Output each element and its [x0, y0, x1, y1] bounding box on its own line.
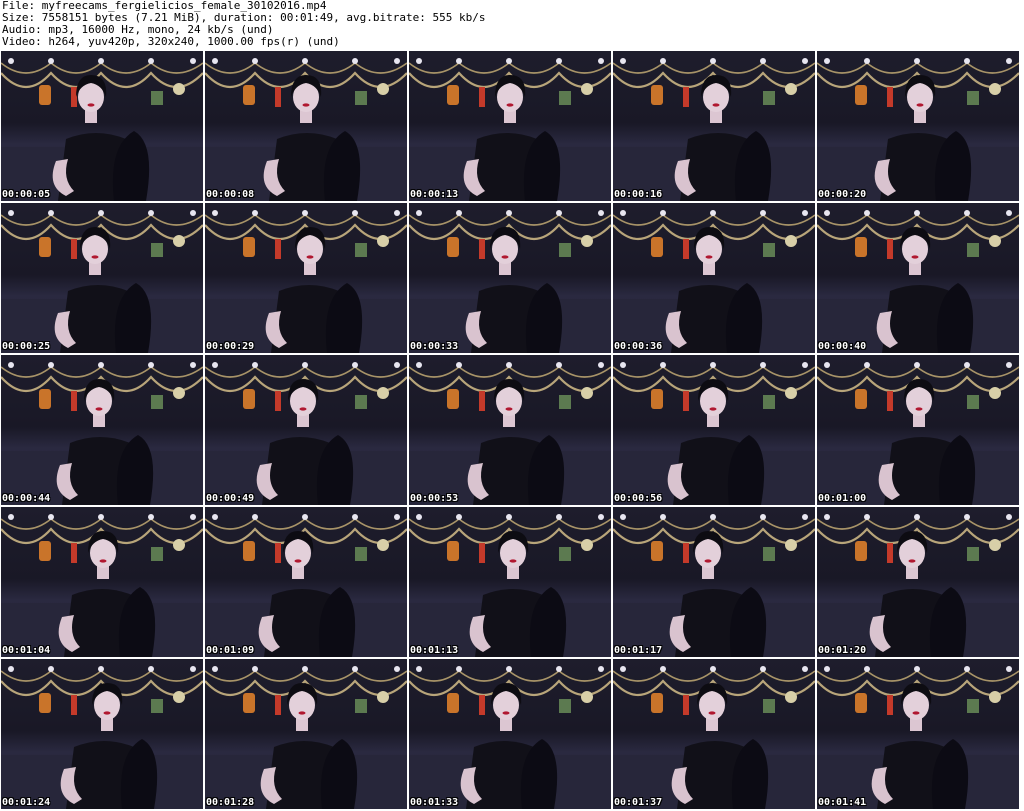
- file-name-line: File: myfreecams_fergielicios_female_301…: [2, 0, 327, 12]
- thumbnail-timestamp: 00:00:56: [614, 493, 663, 504]
- video-thumbnail: 00:00:16: [613, 51, 815, 201]
- video-thumbnail: 00:00:20: [817, 51, 1019, 201]
- video-thumbnail: 00:01:33: [409, 659, 611, 809]
- file-size-line: Size: 7558151 bytes (7.21 MiB), duration…: [2, 12, 486, 24]
- video-frame-image: [409, 666, 611, 809]
- thumbnail-timestamp: 00:01:09: [206, 645, 255, 656]
- thumbnail-timestamp: 00:01:00: [818, 493, 867, 504]
- video-thumbnail: 00:00:36: [613, 203, 815, 353]
- thumbnail-timestamp: 00:00:36: [614, 341, 663, 352]
- video-info-line: Video: h264, yuv420p, 320x240, 1000.00 f…: [2, 36, 340, 48]
- thumbnail-timestamp: 00:00:33: [410, 341, 459, 352]
- thumbnail-timestamp: 00:00:40: [818, 341, 867, 352]
- video-thumbnail: 00:01:37: [613, 659, 815, 809]
- video-frame-image: [409, 514, 611, 657]
- video-thumbnail: 00:00:08: [205, 51, 407, 201]
- video-frame-image: [817, 666, 1019, 809]
- video-frame-image: [409, 58, 611, 201]
- video-thumbnail: 00:00:13: [409, 51, 611, 201]
- video-frame-image: [1, 362, 203, 505]
- video-thumbnail: 00:00:33: [409, 203, 611, 353]
- video-frame-image: [613, 666, 815, 809]
- thumbnail-timestamp: 00:00:25: [2, 341, 51, 352]
- video-thumbnail: 00:01:04: [1, 507, 203, 657]
- video-thumbnail: 00:01:28: [205, 659, 407, 809]
- thumbnail-timestamp: 00:00:05: [2, 189, 51, 200]
- video-frame-image: [817, 210, 1019, 353]
- video-frame-image: [817, 514, 1019, 657]
- thumbnail-timestamp: 00:01:37: [614, 797, 663, 808]
- thumbnail-timestamp: 00:00:20: [818, 189, 867, 200]
- video-thumbnail: 00:01:13: [409, 507, 611, 657]
- thumbnail-timestamp: 00:01:24: [2, 797, 51, 808]
- thumbnail-timestamp: 00:01:41: [818, 797, 867, 808]
- thumbnail-timestamp: 00:00:08: [206, 189, 255, 200]
- thumbnail-timestamp: 00:01:04: [2, 645, 51, 656]
- video-thumbnail: 00:00:56: [613, 355, 815, 505]
- video-thumbnail: 00:01:00: [817, 355, 1019, 505]
- thumbnail-timestamp: 00:00:44: [2, 493, 51, 504]
- video-thumbnail: 00:01:09: [205, 507, 407, 657]
- video-frame-image: [1, 58, 203, 201]
- video-thumbnail: 00:00:25: [1, 203, 203, 353]
- video-thumbnail: 00:00:05: [1, 51, 203, 201]
- thumbnail-timestamp: 00:01:17: [614, 645, 663, 656]
- thumbnail-timestamp: 00:01:28: [206, 797, 255, 808]
- video-thumbnail: 00:00:49: [205, 355, 407, 505]
- video-frame-image: [613, 514, 815, 657]
- video-frame-image: [205, 666, 407, 809]
- thumbnail-timestamp: 00:00:53: [410, 493, 459, 504]
- video-frame-image: [409, 362, 611, 505]
- video-frame-image: [205, 514, 407, 657]
- thumbnail-timestamp: 00:00:29: [206, 341, 255, 352]
- video-frame-image: [817, 58, 1019, 201]
- video-thumbnail: 00:00:44: [1, 355, 203, 505]
- video-thumbnail: 00:00:53: [409, 355, 611, 505]
- video-frame-image: [1, 514, 203, 657]
- thumbnail-timestamp: 00:00:16: [614, 189, 663, 200]
- video-thumbnail: 00:01:17: [613, 507, 815, 657]
- thumbnail-timestamp: 00:00:13: [410, 189, 459, 200]
- video-frame-image: [613, 58, 815, 201]
- video-thumbnail: 00:00:29: [205, 203, 407, 353]
- video-frame-image: [1, 210, 203, 353]
- video-thumbnail: 00:01:20: [817, 507, 1019, 657]
- thumbnail-timestamp: 00:01:20: [818, 645, 867, 656]
- file-info-header: File: myfreecams_fergielicios_female_301…: [2, 0, 1022, 50]
- thumbnail-timestamp: 00:00:49: [206, 493, 255, 504]
- audio-info-line: Audio: mp3, 16000 Hz, mono, 24 kb/s (und…: [2, 24, 274, 36]
- video-thumbnail: 00:01:24: [1, 659, 203, 809]
- thumbnail-timestamp: 00:01:33: [410, 797, 459, 808]
- video-frame-image: [205, 362, 407, 505]
- video-frame-image: [1, 666, 203, 809]
- video-frame-image: [817, 362, 1019, 505]
- video-frame-image: [205, 210, 407, 353]
- video-thumbnail: 00:00:40: [817, 203, 1019, 353]
- video-frame-image: [409, 210, 611, 353]
- video-frame-image: [613, 210, 815, 353]
- thumbnail-timestamp: 00:01:13: [410, 645, 459, 656]
- video-frame-image: [205, 58, 407, 201]
- thumbnail-grid: 00:00:05 00:00:08 00:00:13 00:00:16 00:00:20…: [1, 51, 1024, 811]
- video-thumbnail: 00:01:41: [817, 659, 1019, 809]
- video-frame-image: [613, 362, 815, 505]
